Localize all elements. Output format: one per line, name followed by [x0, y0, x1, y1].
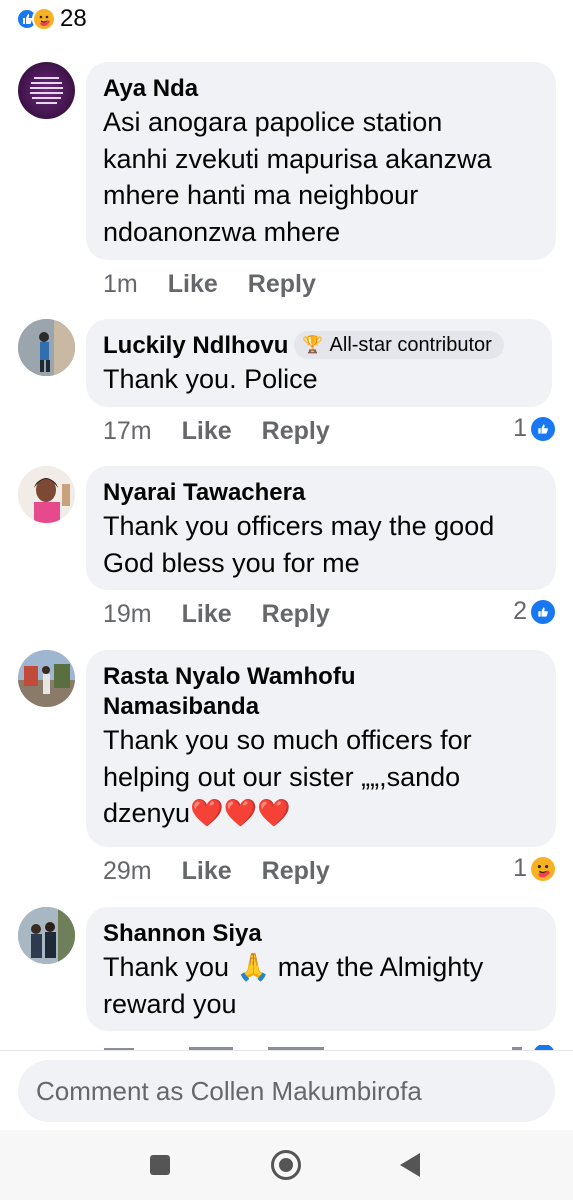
- reaction-count: 28: [60, 5, 87, 32]
- comment-author[interactable]: Nyarai Tawachera: [103, 478, 538, 508]
- comment-author-line: Namasibanda: [103, 693, 260, 720]
- reply-button[interactable]: Reply: [248, 270, 316, 299]
- comment-reaction-summary[interactable]: 1: [513, 854, 555, 883]
- back-button[interactable]: [400, 1153, 420, 1177]
- comment-bubble[interactable]: Shannon Siya Thank you 🙏 may the Almight…: [86, 907, 556, 1031]
- like-icon: [531, 416, 555, 441]
- comment-bubble[interactable]: Aya Nda Asi anogara papolice station kan…: [86, 62, 556, 260]
- comment-author[interactable]: Aya Nda: [103, 74, 538, 104]
- comment-actions: 29m Like Reply: [103, 857, 360, 886]
- avatar[interactable]: [18, 650, 75, 707]
- avatar[interactable]: [18, 907, 75, 964]
- comment-text-line: Thank you. Police: [103, 364, 318, 394]
- comment-text-line: Thank you so much officers for: [103, 725, 472, 755]
- comment-actions: 1m Like Reply: [103, 270, 346, 299]
- comment-text-line: ndoanonzwa mhere: [103, 216, 341, 247]
- reply-button[interactable]: Reply: [262, 600, 330, 629]
- comment-author[interactable]: Shannon Siya: [103, 919, 538, 949]
- comment-reaction-count: 1: [513, 854, 527, 882]
- comment-text-line: God bless you for me: [103, 547, 360, 578]
- comment-actions: 19m Like Reply: [103, 600, 360, 629]
- like-button[interactable]: Like: [182, 600, 232, 629]
- post-reaction-summary[interactable]: 28: [16, 5, 87, 32]
- comment-bubble[interactable]: Nyarai Tawachera Thank you officers may …: [86, 466, 556, 590]
- like-button[interactable]: Like: [182, 857, 232, 886]
- system-navigation-bar: [0, 1130, 573, 1200]
- comment-reaction-summary[interactable]: 2: [513, 597, 555, 626]
- comment-reaction-summary[interactable]: 1: [513, 414, 555, 443]
- care-icon: [32, 7, 56, 31]
- comment-composer-bar: Comment as Collen Makumbirofa: [0, 1050, 573, 1130]
- comment-text-line: Thank you officers may the good: [103, 511, 495, 541]
- comment-bubble[interactable]: Luckily Ndlhovu 🏆 All-star contributor Tha…: [86, 319, 552, 407]
- comment-author[interactable]: Luckily Ndlhovu: [103, 332, 288, 359]
- recent-apps-button[interactable]: [150, 1155, 170, 1175]
- comment-timestamp[interactable]: 29m: [103, 857, 152, 886]
- avatar[interactable]: [18, 62, 75, 119]
- comment-timestamp[interactable]: 17m: [103, 417, 152, 446]
- comment-author-line: Rasta Nyalo Wamhofu: [103, 663, 356, 690]
- comment-text-line: kanhi zvekuti mapurisa akanzwa: [103, 143, 492, 174]
- comment-bubble[interactable]: Rasta Nyalo Wamhofu Namasibanda Thank yo…: [86, 650, 556, 847]
- like-button[interactable]: Like: [168, 270, 218, 299]
- like-button[interactable]: Like: [182, 417, 232, 446]
- reply-button[interactable]: Reply: [262, 857, 330, 886]
- comment-text-line: dzenyu❤️❤️❤️: [103, 798, 291, 828]
- home-button[interactable]: [271, 1150, 301, 1180]
- comment-text-line: Thank you 🙏 may the Almighty: [103, 952, 484, 982]
- care-icon: [531, 856, 555, 881]
- comment-reaction-count: 1: [513, 414, 527, 442]
- comment-author-row: Luckily Ndlhovu 🏆 All-star contributor: [103, 331, 534, 361]
- avatar[interactable]: [18, 466, 75, 523]
- badge-label: All-star contributor: [329, 334, 492, 356]
- comment-input-placeholder: Comment as Collen Makumbirofa: [36, 1075, 422, 1106]
- comment-actions: 17m Like Reply: [103, 417, 360, 446]
- trophy-icon: 🏆: [302, 335, 324, 354]
- comment-text-line: mhere hanti ma neighbour: [103, 180, 419, 210]
- comment-text-line: Asi anogara papolice station: [103, 107, 443, 137]
- comment-text-line: reward you: [103, 988, 237, 1019]
- comment-text-line: helping out our sister „„,sando: [103, 761, 461, 792]
- avatar[interactable]: [18, 319, 75, 376]
- comment-author[interactable]: Rasta Nyalo Wamhofu Namasibanda: [103, 662, 538, 722]
- like-icon: [531, 599, 555, 624]
- comment-reaction-count: 2: [513, 597, 527, 625]
- reply-button[interactable]: Reply: [262, 417, 330, 446]
- comment-timestamp[interactable]: 19m: [103, 600, 152, 629]
- comment-timestamp[interactable]: 1m: [103, 270, 138, 299]
- contributor-badge[interactable]: 🏆 All-star contributor: [294, 331, 504, 359]
- comment-input[interactable]: Comment as Collen Makumbirofa: [18, 1060, 555, 1122]
